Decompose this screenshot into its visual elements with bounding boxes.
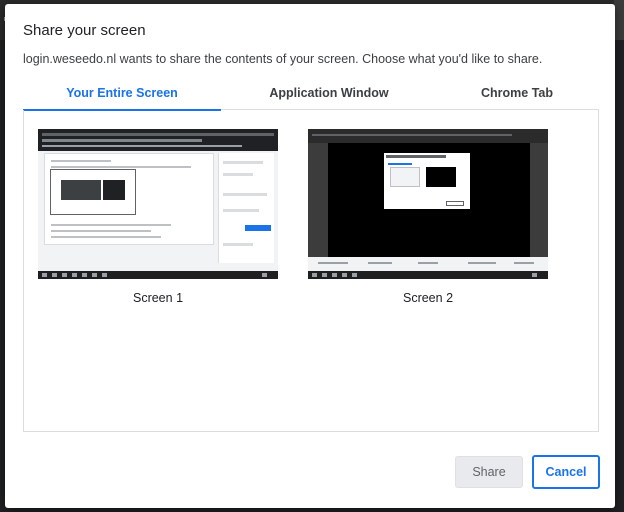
thumb-side-panel	[218, 153, 274, 263]
tab-application-window[interactable]: Application Window	[230, 80, 428, 110]
thumb-browser-toolbar	[308, 129, 548, 143]
screen-option-2[interactable]: Screen 2	[306, 125, 550, 315]
thumb-right-panel	[530, 143, 548, 271]
dialog-title: Share your screen	[23, 22, 146, 39]
share-screen-dialog: Share your screen login.weseedo.nl wants…	[5, 4, 615, 508]
thumb-browser-toolbar	[38, 129, 278, 151]
tab-chrome-tab[interactable]: Chrome Tab	[418, 80, 616, 110]
cancel-button[interactable]: Cancel	[532, 455, 600, 489]
dialog-subtitle: login.weseedo.nl wants to share the cont…	[23, 52, 543, 66]
thumb-modal	[50, 169, 136, 215]
tab-entire-screen[interactable]: Your Entire Screen	[23, 80, 221, 111]
background-scrollbar	[614, 0, 624, 40]
thumb-taskbar	[308, 271, 548, 279]
screen-1-thumbnail[interactable]	[38, 129, 278, 279]
thumb-share-dialog	[384, 153, 470, 209]
screen-2-thumbnail[interactable]	[308, 129, 548, 279]
screen-2-label: Screen 2	[402, 291, 454, 305]
screen-1-label: Screen 1	[132, 291, 184, 305]
thumb-bottom-bar	[308, 257, 548, 271]
screen-option-1[interactable]: Screen 1	[36, 125, 280, 315]
screen-list-panel: Screen 1 Screen 2	[23, 110, 599, 432]
tab-bar: Your Entire Screen Application Window Ch…	[23, 80, 599, 111]
share-button[interactable]: Share	[455, 456, 523, 488]
thumb-taskbar	[38, 271, 278, 279]
thumb-left-panel	[308, 143, 328, 271]
